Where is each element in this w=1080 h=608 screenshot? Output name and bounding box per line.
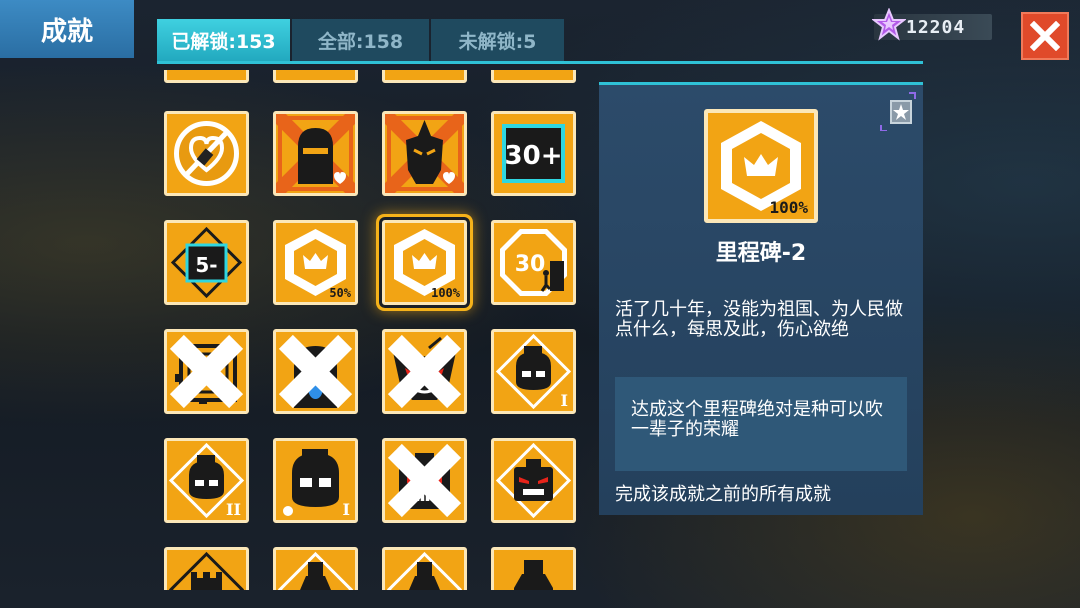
bottle-icon bbox=[277, 551, 354, 590]
achievement-cell[interactable] bbox=[491, 438, 576, 523]
achievement-name: 里程碑-2 bbox=[715, 241, 807, 266]
achievement-rank: I bbox=[342, 500, 350, 519]
detail-achievement-icon: 100% bbox=[704, 109, 818, 223]
robot-boss-icon bbox=[495, 442, 572, 519]
stop-30-sign-icon: 30 bbox=[500, 229, 567, 296]
achievement-cell[interactable] bbox=[491, 70, 576, 83]
achievement-condition: 完成该成就之前的所有成就 bbox=[615, 484, 831, 505]
achievement-cell[interactable] bbox=[164, 547, 249, 590]
achievement-cell[interactable] bbox=[273, 70, 358, 83]
tab-all[interactable]: 全部:158 bbox=[292, 19, 429, 61]
tab-locked[interactable]: 未解锁:5 bbox=[431, 19, 564, 61]
tab-underline bbox=[157, 61, 923, 64]
svg-text:30+: 30+ bbox=[505, 141, 563, 171]
achievement-grid[interactable]: 30+ 5- 50% 100% 30 I II I bbox=[155, 70, 585, 590]
svg-text:30: 30 bbox=[515, 252, 546, 277]
currency-value: 12204 bbox=[906, 16, 966, 38]
level-30-plus-icon: 30+ bbox=[502, 124, 565, 183]
achievement-cell[interactable]: I bbox=[491, 329, 576, 414]
achievement-cell[interactable]: 50% bbox=[273, 220, 358, 305]
achievement-progress: 50% bbox=[329, 286, 351, 300]
achievement-cell[interactable] bbox=[491, 547, 576, 590]
castle-icon bbox=[168, 551, 245, 590]
achievement-cell[interactable]: 30+ bbox=[491, 111, 576, 196]
achievement-cell[interactable] bbox=[382, 547, 467, 590]
svg-text:5-: 5- bbox=[195, 253, 217, 277]
achievement-cell[interactable] bbox=[164, 111, 249, 196]
no-sword-heart-icon bbox=[174, 121, 239, 186]
achievement-cell[interactable] bbox=[164, 329, 249, 414]
achievement-rank: I bbox=[560, 391, 568, 410]
achievement-detail-panel: 100% 里程碑-2 活了几十年，没能为祖国、为人民做点什么，每思及此，伤心欲绝… bbox=[599, 82, 923, 515]
achievement-rank: II bbox=[226, 500, 241, 519]
achievement-cell[interactable]: I bbox=[273, 438, 358, 523]
ninja-icon bbox=[276, 114, 355, 193]
achievement-cell[interactable] bbox=[164, 70, 249, 83]
achievement-cell[interactable] bbox=[382, 329, 467, 414]
achievement-cell[interactable] bbox=[382, 438, 467, 523]
close-button[interactable] bbox=[1021, 12, 1069, 60]
bottle-icon bbox=[386, 551, 463, 590]
x-mark-icon bbox=[387, 443, 462, 518]
achievement-cell[interactable] bbox=[273, 329, 358, 414]
achievement-cell[interactable] bbox=[273, 547, 358, 590]
tab-unlocked[interactable]: 已解锁:153 bbox=[157, 19, 290, 61]
achievement-cell[interactable]: 5- bbox=[164, 220, 249, 305]
achievement-cell[interactable] bbox=[382, 70, 467, 83]
x-mark-icon bbox=[169, 334, 244, 409]
share-badge[interactable] bbox=[879, 91, 917, 132]
achievement-description: 活了几十年，没能为祖国、为人民做点什么，每思及此，伤心欲绝 bbox=[615, 299, 903, 340]
close-icon bbox=[1030, 21, 1060, 51]
achievement-quote: 达成这个里程碑绝对是种可以吹一辈子的荣耀 bbox=[615, 377, 907, 471]
level-5-minus-icon: 5- bbox=[170, 226, 243, 299]
x-mark-icon bbox=[387, 334, 462, 409]
achievement-progress: 100% bbox=[431, 286, 460, 300]
page-title: 成就 bbox=[0, 0, 134, 58]
tab-bar: 已解锁:153 全部:158 未解锁:5 bbox=[157, 19, 566, 61]
star-badge-icon bbox=[880, 92, 916, 132]
bottle-icon bbox=[514, 560, 553, 590]
x-mark-icon bbox=[278, 334, 353, 409]
spartan-helmet-icon bbox=[385, 114, 464, 193]
currency-display: 12204 bbox=[872, 8, 992, 41]
achievement-cell[interactable] bbox=[382, 111, 467, 196]
detail-progress: 100% bbox=[769, 198, 808, 217]
achievement-cell-selected[interactable]: 100% bbox=[382, 220, 467, 305]
achievement-cell[interactable] bbox=[273, 111, 358, 196]
purple-star-icon bbox=[872, 8, 906, 41]
achievement-cell[interactable]: II bbox=[164, 438, 249, 523]
achievement-cell[interactable]: 30 bbox=[491, 220, 576, 305]
